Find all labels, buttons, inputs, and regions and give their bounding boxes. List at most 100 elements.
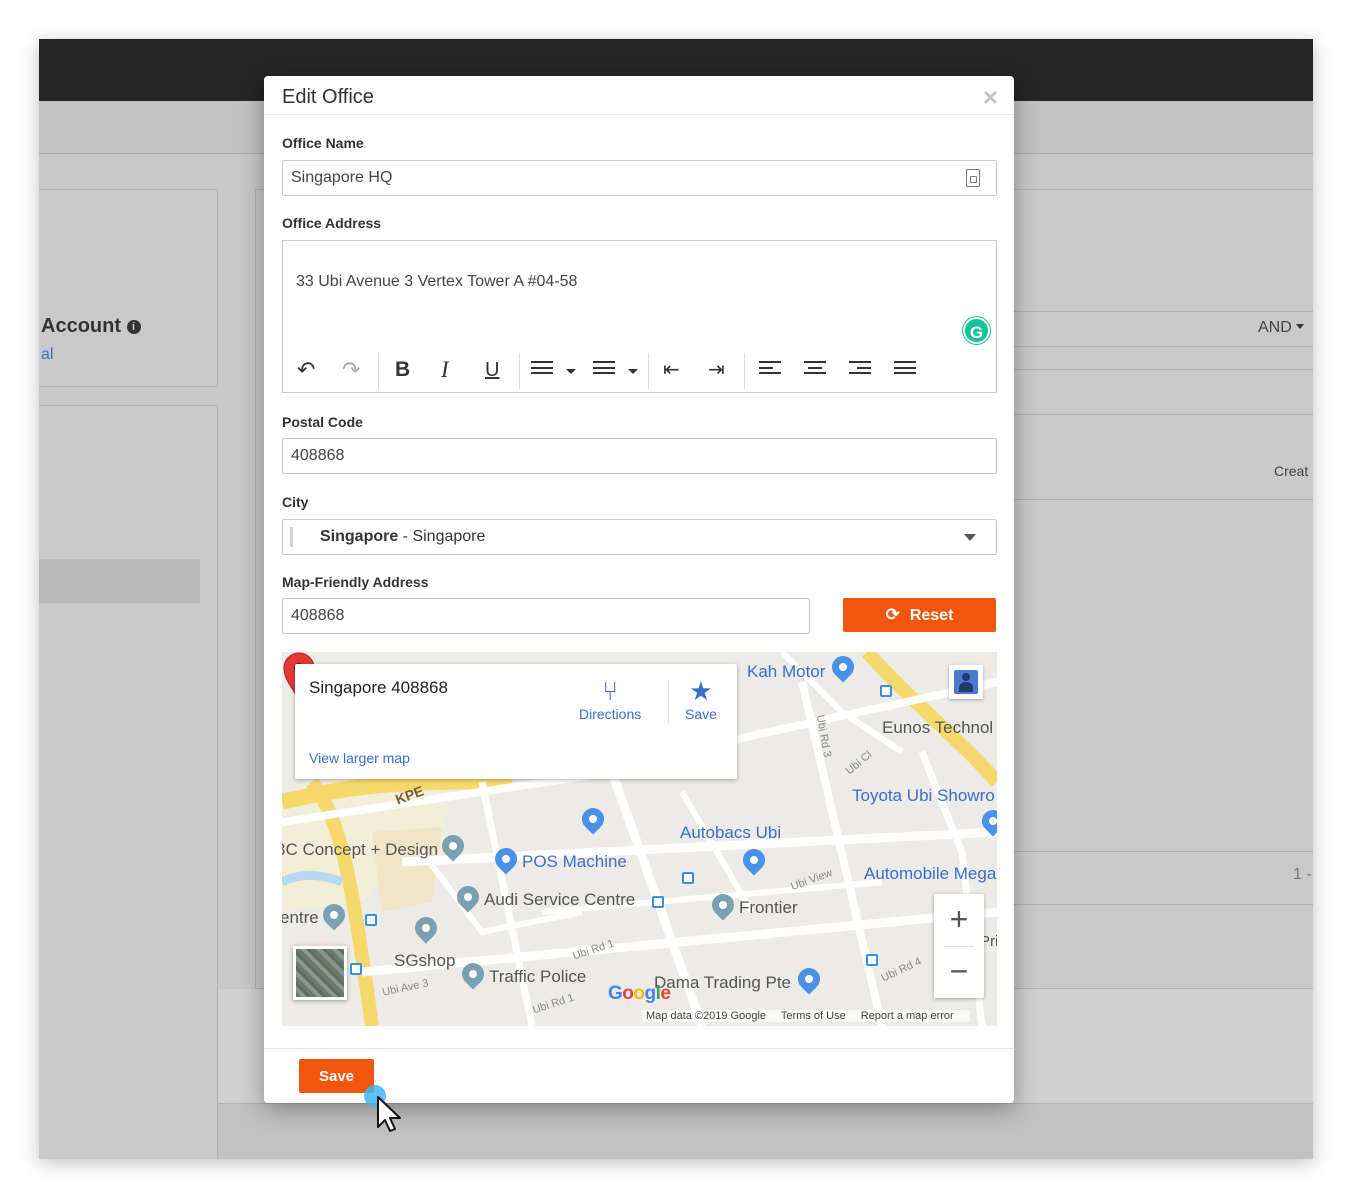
city-select[interactable]: Singapore - Singapore [282,519,997,555]
row-line [1014,369,1313,370]
bus-stop-icon[interactable] [866,954,878,966]
footer-divider [264,1048,1014,1049]
place-info-card: Singapore 408868 ⑂ Directions ★ Save Vie… [295,664,737,779]
pegman-icon [954,670,978,694]
toolbar-divider [519,353,520,389]
account-panel [39,189,218,387]
map-label-kah-motor[interactable]: Kah Motor [747,662,825,682]
map-label-toyota[interactable]: Toyota Ubi Showro [852,786,995,806]
title-divider [264,114,1014,115]
pager-text: 1 - [1293,866,1312,883]
postal-code-value: 408868 [291,447,345,464]
underline-icon[interactable]: U [485,355,499,385]
zoom-in-button[interactable]: + [934,894,984,946]
row-line [1014,311,1313,312]
row-line [1014,851,1313,852]
postal-code-input[interactable]: 408868 [282,438,997,474]
select-handle [290,527,293,547]
view-larger-map-link[interactable]: View larger map [309,750,410,766]
google-map[interactable]: KPE Kah Motor Eunos Technol Toyota Ubi S… [282,652,997,1026]
terms-of-use-link[interactable]: Terms of Use [781,1010,846,1022]
postal-code-label: Postal Code [282,414,363,430]
bus-stop-icon[interactable] [652,896,664,908]
map-address-label: Map-Friendly Address [282,574,429,590]
map-label-automobile[interactable]: Automobile Mega [864,864,996,884]
numbered-list-icon[interactable] [593,361,615,378]
reset-button[interactable]: ⟳ Reset [843,598,996,632]
report-error-link[interactable]: Report a map error [861,1010,954,1022]
reset-label: Reset [909,607,954,624]
side-selected-row [39,559,200,603]
outdent-icon[interactable]: ⇤ [663,355,680,385]
bus-stop-icon[interactable] [880,685,892,697]
map-label-audi[interactable]: Audi Service Centre [484,890,635,910]
toolbar-divider [648,353,649,389]
map-label-centre[interactable]: entre [282,908,319,928]
caret-down-icon [1296,324,1305,329]
map-data-text: Map data ©2019 Google [646,1010,767,1022]
chevron-down-icon[interactable] [964,534,976,541]
create-label: Creat [1274,463,1309,479]
office-address-label: Office Address [282,215,382,231]
map-label-traffic[interactable]: Traffic Police [489,967,586,987]
office-address-editor[interactable]: 33 Ubi Avenue 3 Vertex Tower A #04-58 G … [282,240,997,393]
row-line [1014,904,1313,905]
map-address-input[interactable]: 408868 [282,598,810,634]
map-label-dama[interactable]: Dama Trading Pte [654,973,791,993]
redo-icon[interactable]: ↷ [342,355,360,385]
grammarly-icon[interactable]: G [963,317,990,344]
save-place-label: Save [685,706,717,722]
row-line [1014,414,1313,415]
office-address-value: 33 Ubi Avenue 3 Vertex Tower A #04-58 [296,273,578,290]
directions-button[interactable]: ⑂ Directions [579,676,641,722]
bold-icon[interactable]: B [395,355,410,385]
modal-title: Edit Office [282,86,374,108]
map-label-eunos[interactable]: Eunos Technol [882,718,993,738]
info-icon: i [126,320,141,334]
google-logo: Google [608,983,671,1004]
indent-icon[interactable]: ⇥ [708,355,725,385]
city-label: City [282,494,309,510]
bus-stop-icon[interactable] [682,872,694,884]
editor-toolbar: ↶ ↷ B I U ⇤ ⇥ [283,349,996,393]
align-left-icon[interactable] [759,361,781,378]
map-label-sgshop[interactable]: SGshop [394,951,455,971]
directions-icon: ⑂ [602,676,618,706]
map-address-value: 408868 [291,607,345,624]
edit-office-modal: Edit Office × Office Name Singapore HQ O… [264,76,1014,1103]
side-panel [39,405,218,1159]
italic-icon[interactable]: I [441,355,449,385]
zoom-out-button[interactable]: − [934,946,984,998]
office-name-input[interactable]: Singapore HQ [282,160,997,196]
row-line [1014,499,1313,500]
star-icon: ★ [689,676,713,706]
office-name-value: Singapore HQ [291,169,393,186]
bus-stop-icon[interactable] [365,914,377,926]
contact-card-icon[interactable] [966,169,980,187]
toolbar-divider [378,353,379,389]
map-label-autobacs[interactable]: Autobacs Ubi [680,823,781,843]
place-title: Singapore 408868 [309,678,448,697]
account-sub-link[interactable]: al [41,346,53,364]
align-justify-icon[interactable] [894,361,916,378]
satellite-toggle[interactable] [293,946,347,1000]
map-label-frontier[interactable]: Frontier [739,898,798,918]
and-dropdown[interactable]: AND [1258,319,1305,337]
toolbar-divider [744,353,745,389]
bullet-list-icon[interactable] [531,361,553,378]
align-right-icon[interactable] [849,361,871,378]
refresh-icon: ⟳ [885,605,900,624]
undo-icon[interactable]: ↶ [297,355,315,385]
bus-stop-icon[interactable] [350,963,362,975]
close-icon[interactable]: × [983,82,998,113]
map-attribution: Map data ©2019 Google Terms of Use Repor… [642,1010,970,1022]
map-label-pos[interactable]: POS Machine [522,852,627,872]
city-value: Singapore - Singapore [320,528,486,545]
align-center-icon[interactable] [804,361,826,378]
map-label-concept[interactable]: 3C Concept + Design [282,840,438,860]
bullet-list-caret-icon[interactable] [566,369,576,374]
mouse-cursor-icon [364,1085,401,1132]
numbered-list-caret-icon[interactable] [628,369,638,374]
save-place-button[interactable]: ★ Save [685,676,717,722]
street-view-pegman[interactable] [949,665,983,699]
